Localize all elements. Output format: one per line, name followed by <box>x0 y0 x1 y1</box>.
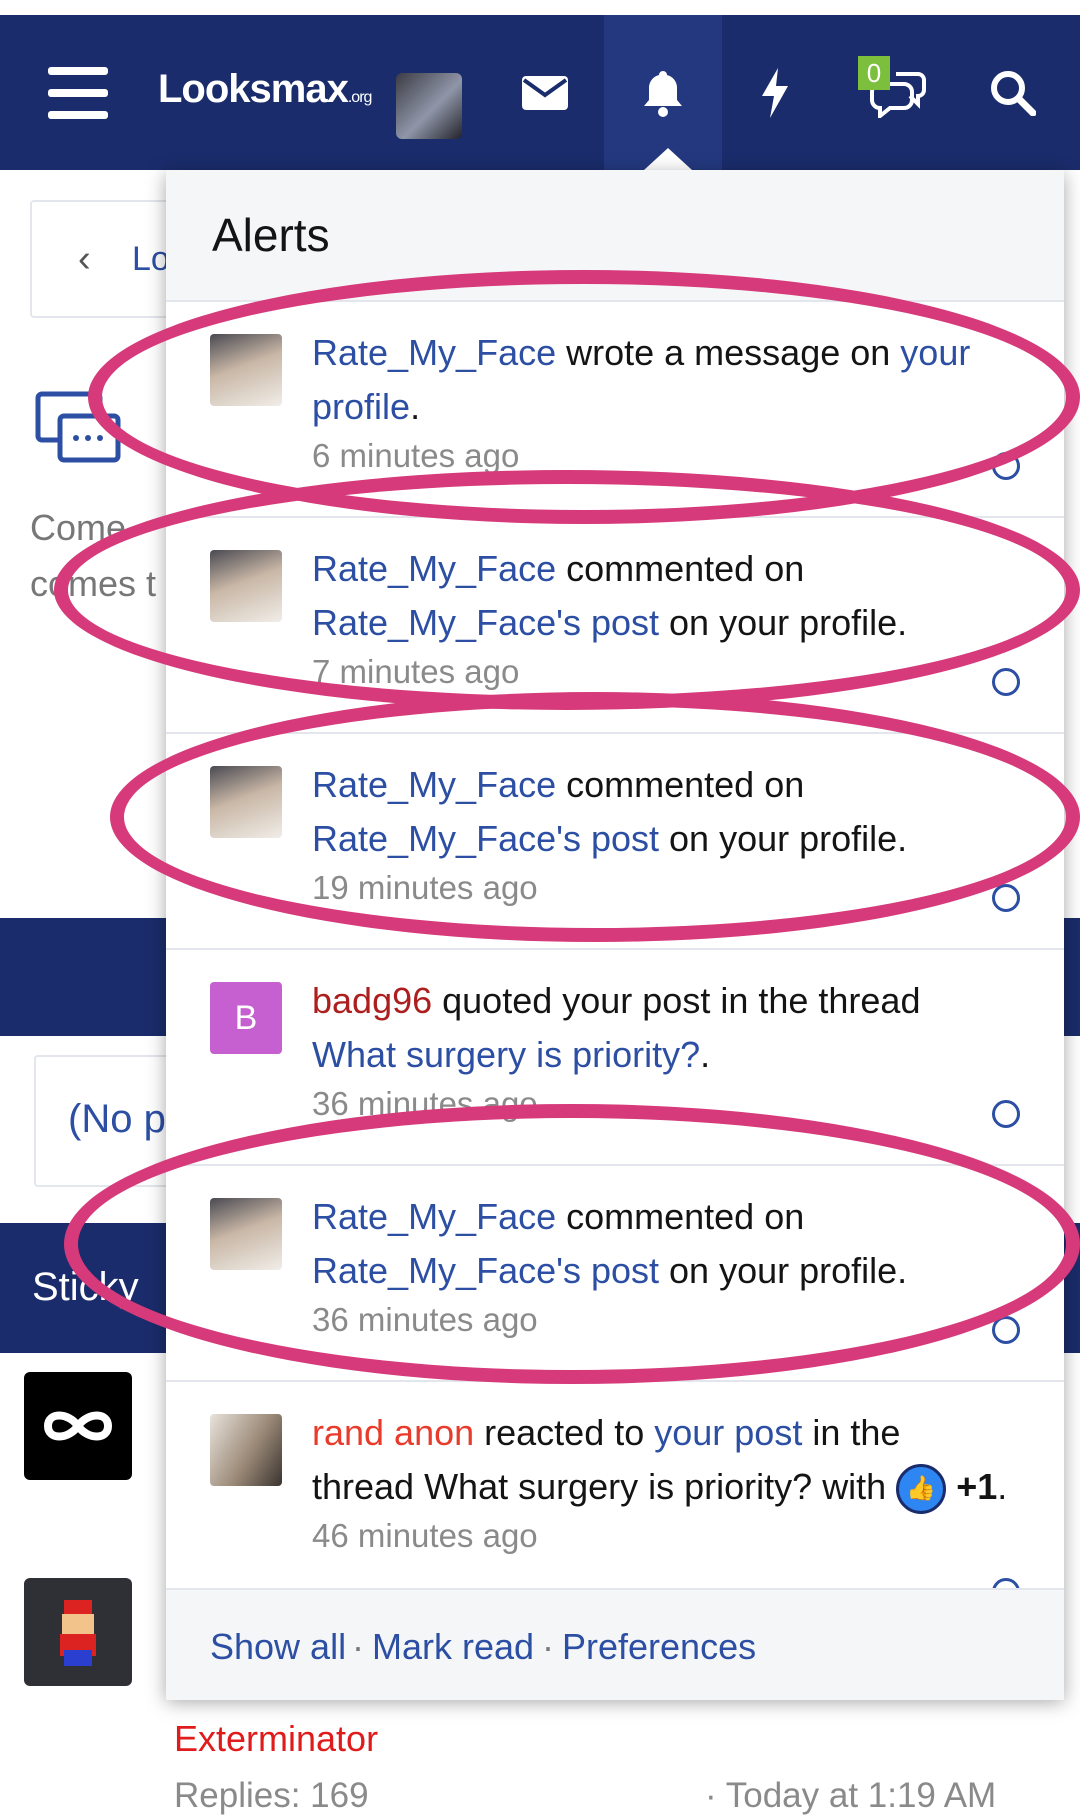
alerts-title: Alerts <box>212 209 330 261</box>
separator: · <box>352 1626 364 1667</box>
thread-author[interactable]: Exterminator <box>174 1718 378 1760</box>
user-avatar[interactable] <box>210 766 282 838</box>
alert-link[interactable]: your post <box>654 1412 802 1453</box>
alert-item[interactable]: Rate_My_Face commented on Rate_My_Face's… <box>166 1166 1064 1382</box>
search-icon[interactable] <box>978 15 1048 170</box>
alert-time: 36 minutes ago <box>312 1085 538 1122</box>
user-avatar[interactable] <box>210 1414 282 1486</box>
alerts-tab[interactable] <box>604 15 722 170</box>
popup-caret <box>644 148 692 170</box>
mark-read-toggle[interactable] <box>992 452 1020 480</box>
alert-username[interactable]: Rate_My_Face <box>312 1196 556 1237</box>
alert-time: 6 minutes ago <box>312 437 520 474</box>
show-all-link[interactable]: Show all <box>210 1626 346 1668</box>
lightning-icon[interactable] <box>740 15 810 170</box>
alert-username[interactable]: Rate_My_Face <box>312 548 556 589</box>
mark-read-link[interactable]: Mark read <box>372 1626 534 1668</box>
mark-read-toggle[interactable] <box>992 1100 1020 1128</box>
user-avatar[interactable] <box>396 73 462 139</box>
hamburger-menu-icon[interactable] <box>40 15 115 170</box>
alert-item[interactable]: Rate_My_Face commented on Rate_My_Face's… <box>166 518 1064 734</box>
alert-link[interactable]: Rate_My_Face's post <box>312 1250 659 1291</box>
top-navigation-bar: Looksmax.org <box>0 15 1080 170</box>
alert-link[interactable]: Rate_My_Face's post <box>312 818 659 859</box>
envelope-icon[interactable] <box>510 15 580 170</box>
alerts-popup: Alerts Rate_My_Face wrote a message on y… <box>166 170 1064 1700</box>
mark-read-toggle[interactable] <box>992 1578 1020 1588</box>
alert-link[interactable]: Rate_My_Face's post <box>312 602 659 643</box>
thread-replies: Replies: 169 <box>174 1776 369 1815</box>
alert-username[interactable]: badg96 <box>312 980 432 1021</box>
alert-username[interactable]: Rate_My_Face <box>312 764 556 805</box>
site-logo[interactable]: Looksmax.org <box>158 67 372 112</box>
thread-avatar[interactable] <box>24 1372 132 1480</box>
alert-item[interactable]: Rate_My_Face commented on Rate_My_Face's… <box>166 734 1064 950</box>
chevron-left-icon: ‹ <box>78 238 91 280</box>
alert-username[interactable]: Rate_My_Face <box>312 332 556 373</box>
alert-username[interactable]: rand anon <box>312 1412 474 1453</box>
user-avatar[interactable] <box>210 334 282 406</box>
thread-avatar[interactable] <box>24 1578 132 1686</box>
alert-time: 46 minutes ago <box>312 1517 538 1555</box>
alert-time: 19 minutes ago <box>312 869 538 906</box>
forum-chat-icon <box>34 390 124 470</box>
alert-link[interactable]: What surgery is priority? <box>312 1034 700 1075</box>
status-strip <box>0 0 1080 15</box>
forum-description: Come comes t <box>30 507 157 604</box>
alert-item[interactable]: Rate_My_Face wrote a message on your pro… <box>166 302 1064 518</box>
separator: · <box>542 1626 554 1667</box>
alerts-popup-header: Alerts <box>166 170 1064 302</box>
thumbs-up-icon: 👍 <box>896 1464 947 1515</box>
user-avatar[interactable] <box>210 550 282 622</box>
preferences-link[interactable]: Preferences <box>562 1626 756 1668</box>
bell-icon <box>642 69 684 122</box>
conversations-count-badge: 0 <box>858 56 890 90</box>
mark-read-toggle[interactable] <box>992 884 1020 912</box>
alert-item[interactable]: B badg96 quoted your post in the thread … <box>166 950 1064 1166</box>
alerts-popup-footer: Show all · Mark read · Preferences <box>166 1588 1064 1700</box>
thread-last-post-date[interactable]: · Today at 1:19 AM <box>705 1776 996 1816</box>
alert-time: 36 minutes ago <box>312 1301 538 1338</box>
alert-time: 7 minutes ago <box>312 653 520 690</box>
mark-read-toggle[interactable] <box>992 1316 1020 1344</box>
user-avatar[interactable] <box>210 1198 282 1270</box>
conversations-icon[interactable] <box>860 15 936 170</box>
user-avatar[interactable]: B <box>210 982 282 1054</box>
mark-read-toggle[interactable] <box>992 668 1020 696</box>
alert-item[interactable]: rand anon reacted to your post in the th… <box>166 1382 1064 1588</box>
